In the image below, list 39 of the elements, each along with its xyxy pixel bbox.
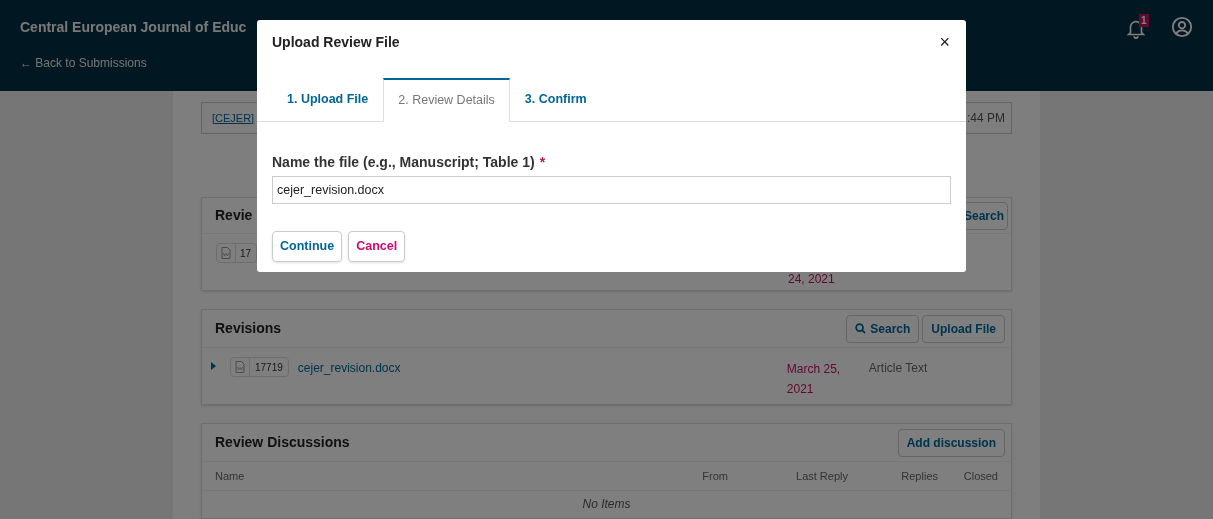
journal-title: Central European Journal of Educ (20, 17, 247, 37)
add-discussion-button[interactable]: Add discussion (897, 428, 1005, 457)
date-text: March 25, 2021 (786, 361, 842, 398)
user-avatar-icon[interactable] (1171, 16, 1193, 38)
panel-title: Revisions (215, 319, 282, 338)
step-tab[interactable]: 1. Upload File (272, 78, 384, 121)
dialog-title: Upload Review File (272, 32, 400, 52)
step-tab[interactable]: 2. Review Details (383, 78, 510, 122)
panel-title: Review Discussions (215, 433, 350, 452)
empty-list-message: No Items (582, 496, 631, 513)
document-icon (221, 247, 231, 259)
file-name-link[interactable]: cejer_revision.docx (297, 359, 787, 377)
field-label: Name the file (e.g., Manuscript; Table 1) (272, 153, 535, 172)
step-tab[interactable]: 3. Confirm (509, 78, 602, 121)
file-id: 17719 (254, 360, 284, 375)
back-to-submissions-link[interactable]: ← Back to Submissions (20, 54, 147, 72)
file-name-field[interactable]: cejer_revision.docx (272, 176, 951, 204)
search-icon (855, 323, 867, 334)
search-button[interactable]: Search (846, 314, 920, 343)
required-mark: * (539, 153, 546, 172)
document-icon (235, 361, 245, 373)
caret-right-icon[interactable] (211, 362, 217, 370)
column-header: Closed (962, 468, 998, 484)
continue-button[interactable]: Continue (272, 231, 343, 262)
panel-title: Revie (215, 206, 253, 225)
upload-file-button[interactable]: Upload File (922, 314, 1005, 343)
bell-icon[interactable] (1125, 18, 1147, 40)
date-text: 24, 2021 (788, 271, 835, 288)
timestamp-text: :44 PM (967, 110, 1005, 127)
close-button[interactable]: × (939, 33, 951, 51)
cancel-button[interactable]: Cancel (348, 231, 406, 262)
submission-link[interactable]: [CEJER] (212, 109, 255, 127)
column-header: Last Reply (795, 468, 848, 484)
column-header: From (701, 468, 728, 484)
file-id: 17 (239, 246, 253, 261)
column-header: Replies (900, 468, 938, 484)
notification-count: 1 (1139, 14, 1149, 27)
file-type-text: Article Text (868, 360, 928, 377)
column-header: Name (215, 468, 246, 484)
